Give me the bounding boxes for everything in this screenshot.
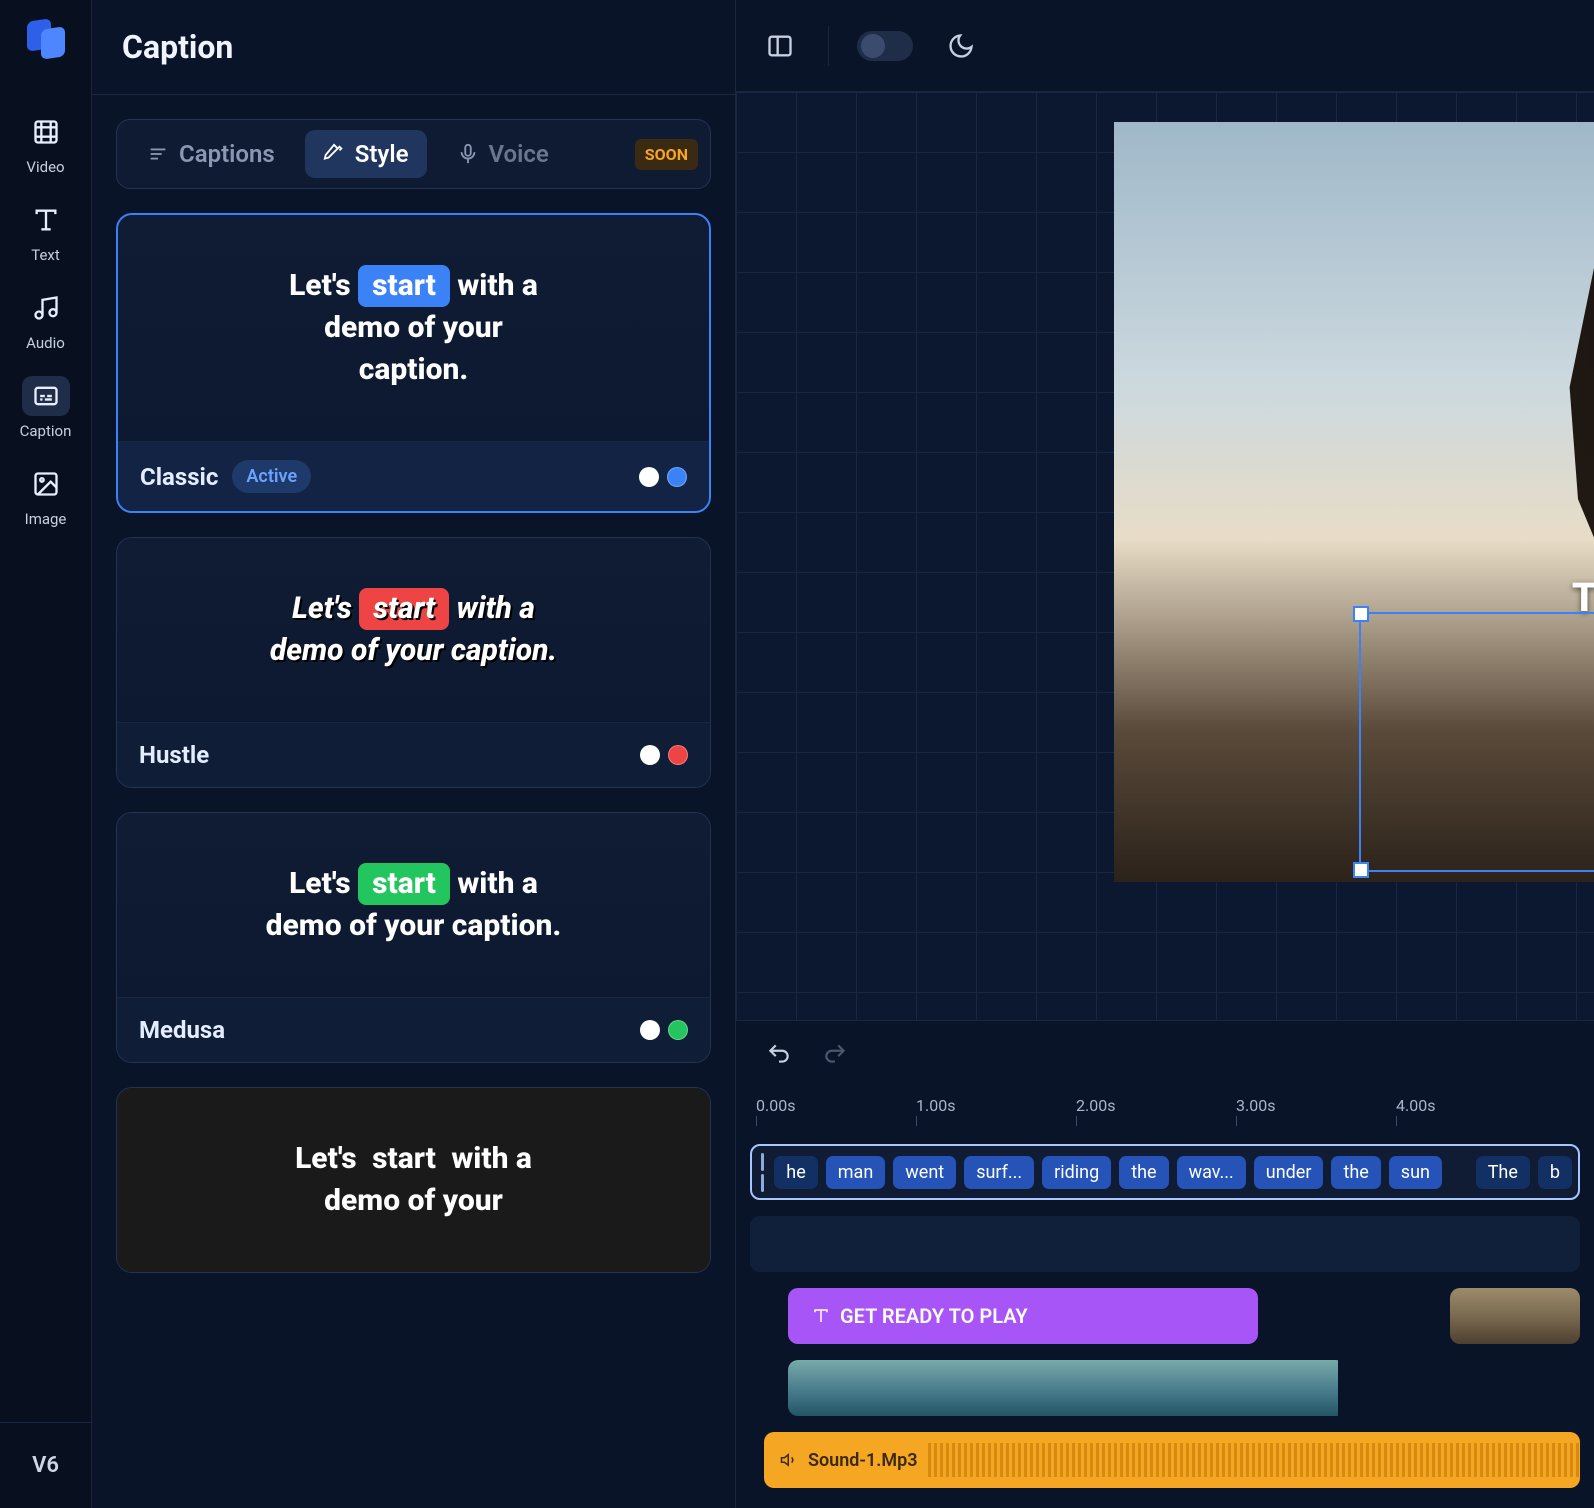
word-chip[interactable]: he bbox=[774, 1156, 817, 1189]
empty-track[interactable] bbox=[750, 1216, 1580, 1272]
panel-title: Caption bbox=[92, 0, 735, 95]
style-name: Hustle bbox=[139, 741, 209, 769]
swatch[interactable] bbox=[667, 467, 687, 487]
caption-word-track[interactable]: he man went surf... riding the wav... un… bbox=[750, 1144, 1580, 1200]
timeline-ruler[interactable]: 0.00s 1.00s 2.00s 3.00s 4.00s bbox=[736, 1090, 1594, 1134]
word-chip[interactable]: riding bbox=[1042, 1156, 1111, 1189]
word-chip[interactable]: under bbox=[1254, 1156, 1324, 1189]
dark-mode-button[interactable] bbox=[941, 26, 981, 66]
music-icon bbox=[32, 294, 60, 322]
soon-badge: SOON bbox=[635, 139, 698, 170]
text-icon bbox=[32, 206, 60, 234]
volume-icon bbox=[780, 1451, 798, 1469]
swatch[interactable] bbox=[640, 745, 660, 765]
swatch[interactable] bbox=[668, 1020, 688, 1040]
word-chip[interactable]: b bbox=[1538, 1156, 1572, 1189]
canvas-viewport[interactable]: The boy past bbox=[736, 92, 1594, 1020]
nav-label: Video bbox=[26, 158, 64, 176]
tab-captions[interactable]: Captions bbox=[129, 130, 293, 178]
side-panel: Caption Captions Style Voice SOON Let's … bbox=[92, 0, 736, 1508]
theme-toggle[interactable] bbox=[857, 31, 913, 61]
caption-icon bbox=[32, 382, 60, 410]
swatch[interactable] bbox=[639, 467, 659, 487]
word-chip[interactable]: went bbox=[893, 1156, 956, 1189]
resize-handle[interactable] bbox=[1353, 862, 1369, 878]
active-badge: Active bbox=[232, 460, 311, 493]
video-preview[interactable]: The boy past bbox=[1114, 122, 1594, 882]
nav-label: Text bbox=[31, 246, 60, 264]
drag-handle[interactable] bbox=[758, 1153, 766, 1192]
waveform bbox=[928, 1443, 1580, 1477]
ruler-tick: 0.00s bbox=[756, 1096, 795, 1115]
timeline-tracks: he man went surf... riding the wav... un… bbox=[736, 1134, 1594, 1508]
list-icon bbox=[147, 143, 169, 165]
swatch[interactable] bbox=[640, 1020, 660, 1040]
text-icon bbox=[812, 1307, 830, 1325]
style-card-next[interactable]: Let's start with a demo of your bbox=[116, 1087, 711, 1273]
ruler-tick: 2.00s bbox=[1076, 1096, 1115, 1115]
swatch[interactable] bbox=[668, 745, 688, 765]
word-chip[interactable]: wav... bbox=[1177, 1156, 1246, 1189]
top-bar bbox=[736, 0, 1594, 92]
style-preview: Let's start with a demo of your caption. bbox=[118, 215, 709, 441]
style-name: Medusa bbox=[139, 1016, 225, 1044]
canvas-caption: The boy past bbox=[1454, 570, 1594, 682]
nav-item-caption[interactable]: Caption bbox=[10, 364, 82, 452]
app-logo bbox=[23, 18, 69, 64]
image-icon bbox=[32, 470, 60, 498]
audio-clip[interactable]: Sound-1.Mp3 bbox=[764, 1432, 1580, 1488]
audio-track[interactable]: Sound-1.Mp3 bbox=[750, 1432, 1580, 1488]
mic-icon bbox=[457, 143, 479, 165]
word-chip[interactable]: The bbox=[1476, 1156, 1530, 1189]
nav-rail: Video Text Audio Caption Image V6 bbox=[0, 0, 92, 1508]
nav-label: Image bbox=[25, 510, 67, 528]
nav-item-video[interactable]: Video bbox=[10, 100, 82, 188]
style-preview: Let's start with a demo of your caption. bbox=[117, 813, 710, 997]
layout-toggle-button[interactable] bbox=[760, 26, 800, 66]
resize-handle[interactable] bbox=[1353, 606, 1369, 622]
panel-tabs: Captions Style Voice SOON bbox=[116, 119, 711, 189]
redo-icon bbox=[822, 1041, 848, 1067]
nav-item-image[interactable]: Image bbox=[10, 452, 82, 540]
film-icon bbox=[32, 118, 60, 146]
style-card-medusa[interactable]: Let's start with a demo of your caption.… bbox=[116, 812, 711, 1063]
version-label: V6 bbox=[0, 1422, 91, 1508]
undo-icon bbox=[766, 1041, 792, 1067]
undo-button[interactable] bbox=[766, 1041, 792, 1071]
word-chip[interactable]: man bbox=[826, 1156, 886, 1189]
ruler-tick: 3.00s bbox=[1236, 1096, 1275, 1115]
text-track[interactable]: GET READY TO PLAY bbox=[750, 1288, 1580, 1344]
paint-icon bbox=[323, 143, 345, 165]
nav-label: Caption bbox=[20, 422, 72, 440]
video-track[interactable] bbox=[750, 1360, 1580, 1416]
word-chip[interactable]: the bbox=[1119, 1156, 1168, 1189]
tab-voice[interactable]: Voice bbox=[439, 130, 567, 178]
timeline-controls bbox=[736, 1020, 1594, 1090]
ruler-tick: 4.00s bbox=[1396, 1096, 1435, 1115]
style-card-classic[interactable]: Let's start with a demo of your caption.… bbox=[116, 213, 711, 513]
nav-item-text[interactable]: Text bbox=[10, 188, 82, 276]
nav-item-audio[interactable]: Audio bbox=[10, 276, 82, 364]
nav-label: Audio bbox=[26, 334, 65, 352]
word-chip[interactable]: the bbox=[1331, 1156, 1380, 1189]
style-name: Classic bbox=[140, 463, 218, 491]
video-clip[interactable] bbox=[1450, 1288, 1580, 1344]
main-area: The boy past 0.00s 1.00s 2.00s 3.00s 4.0… bbox=[736, 0, 1594, 1508]
tab-style[interactable]: Style bbox=[305, 130, 427, 178]
moon-icon bbox=[947, 32, 975, 60]
style-preview: Let's start with a demo of your bbox=[117, 1088, 710, 1272]
redo-button[interactable] bbox=[822, 1041, 848, 1071]
text-clip[interactable]: GET READY TO PLAY bbox=[788, 1288, 1258, 1344]
word-chip[interactable]: sun bbox=[1389, 1156, 1442, 1189]
ruler-tick: 1.00s bbox=[916, 1096, 955, 1115]
word-chip[interactable]: surf... bbox=[964, 1156, 1034, 1189]
style-preview: Let's start with a demo of your caption. bbox=[117, 538, 710, 722]
style-card-hustle[interactable]: Let's start with a demo of your caption.… bbox=[116, 537, 711, 788]
video-clip[interactable] bbox=[788, 1360, 1346, 1416]
panel-icon bbox=[766, 32, 794, 60]
